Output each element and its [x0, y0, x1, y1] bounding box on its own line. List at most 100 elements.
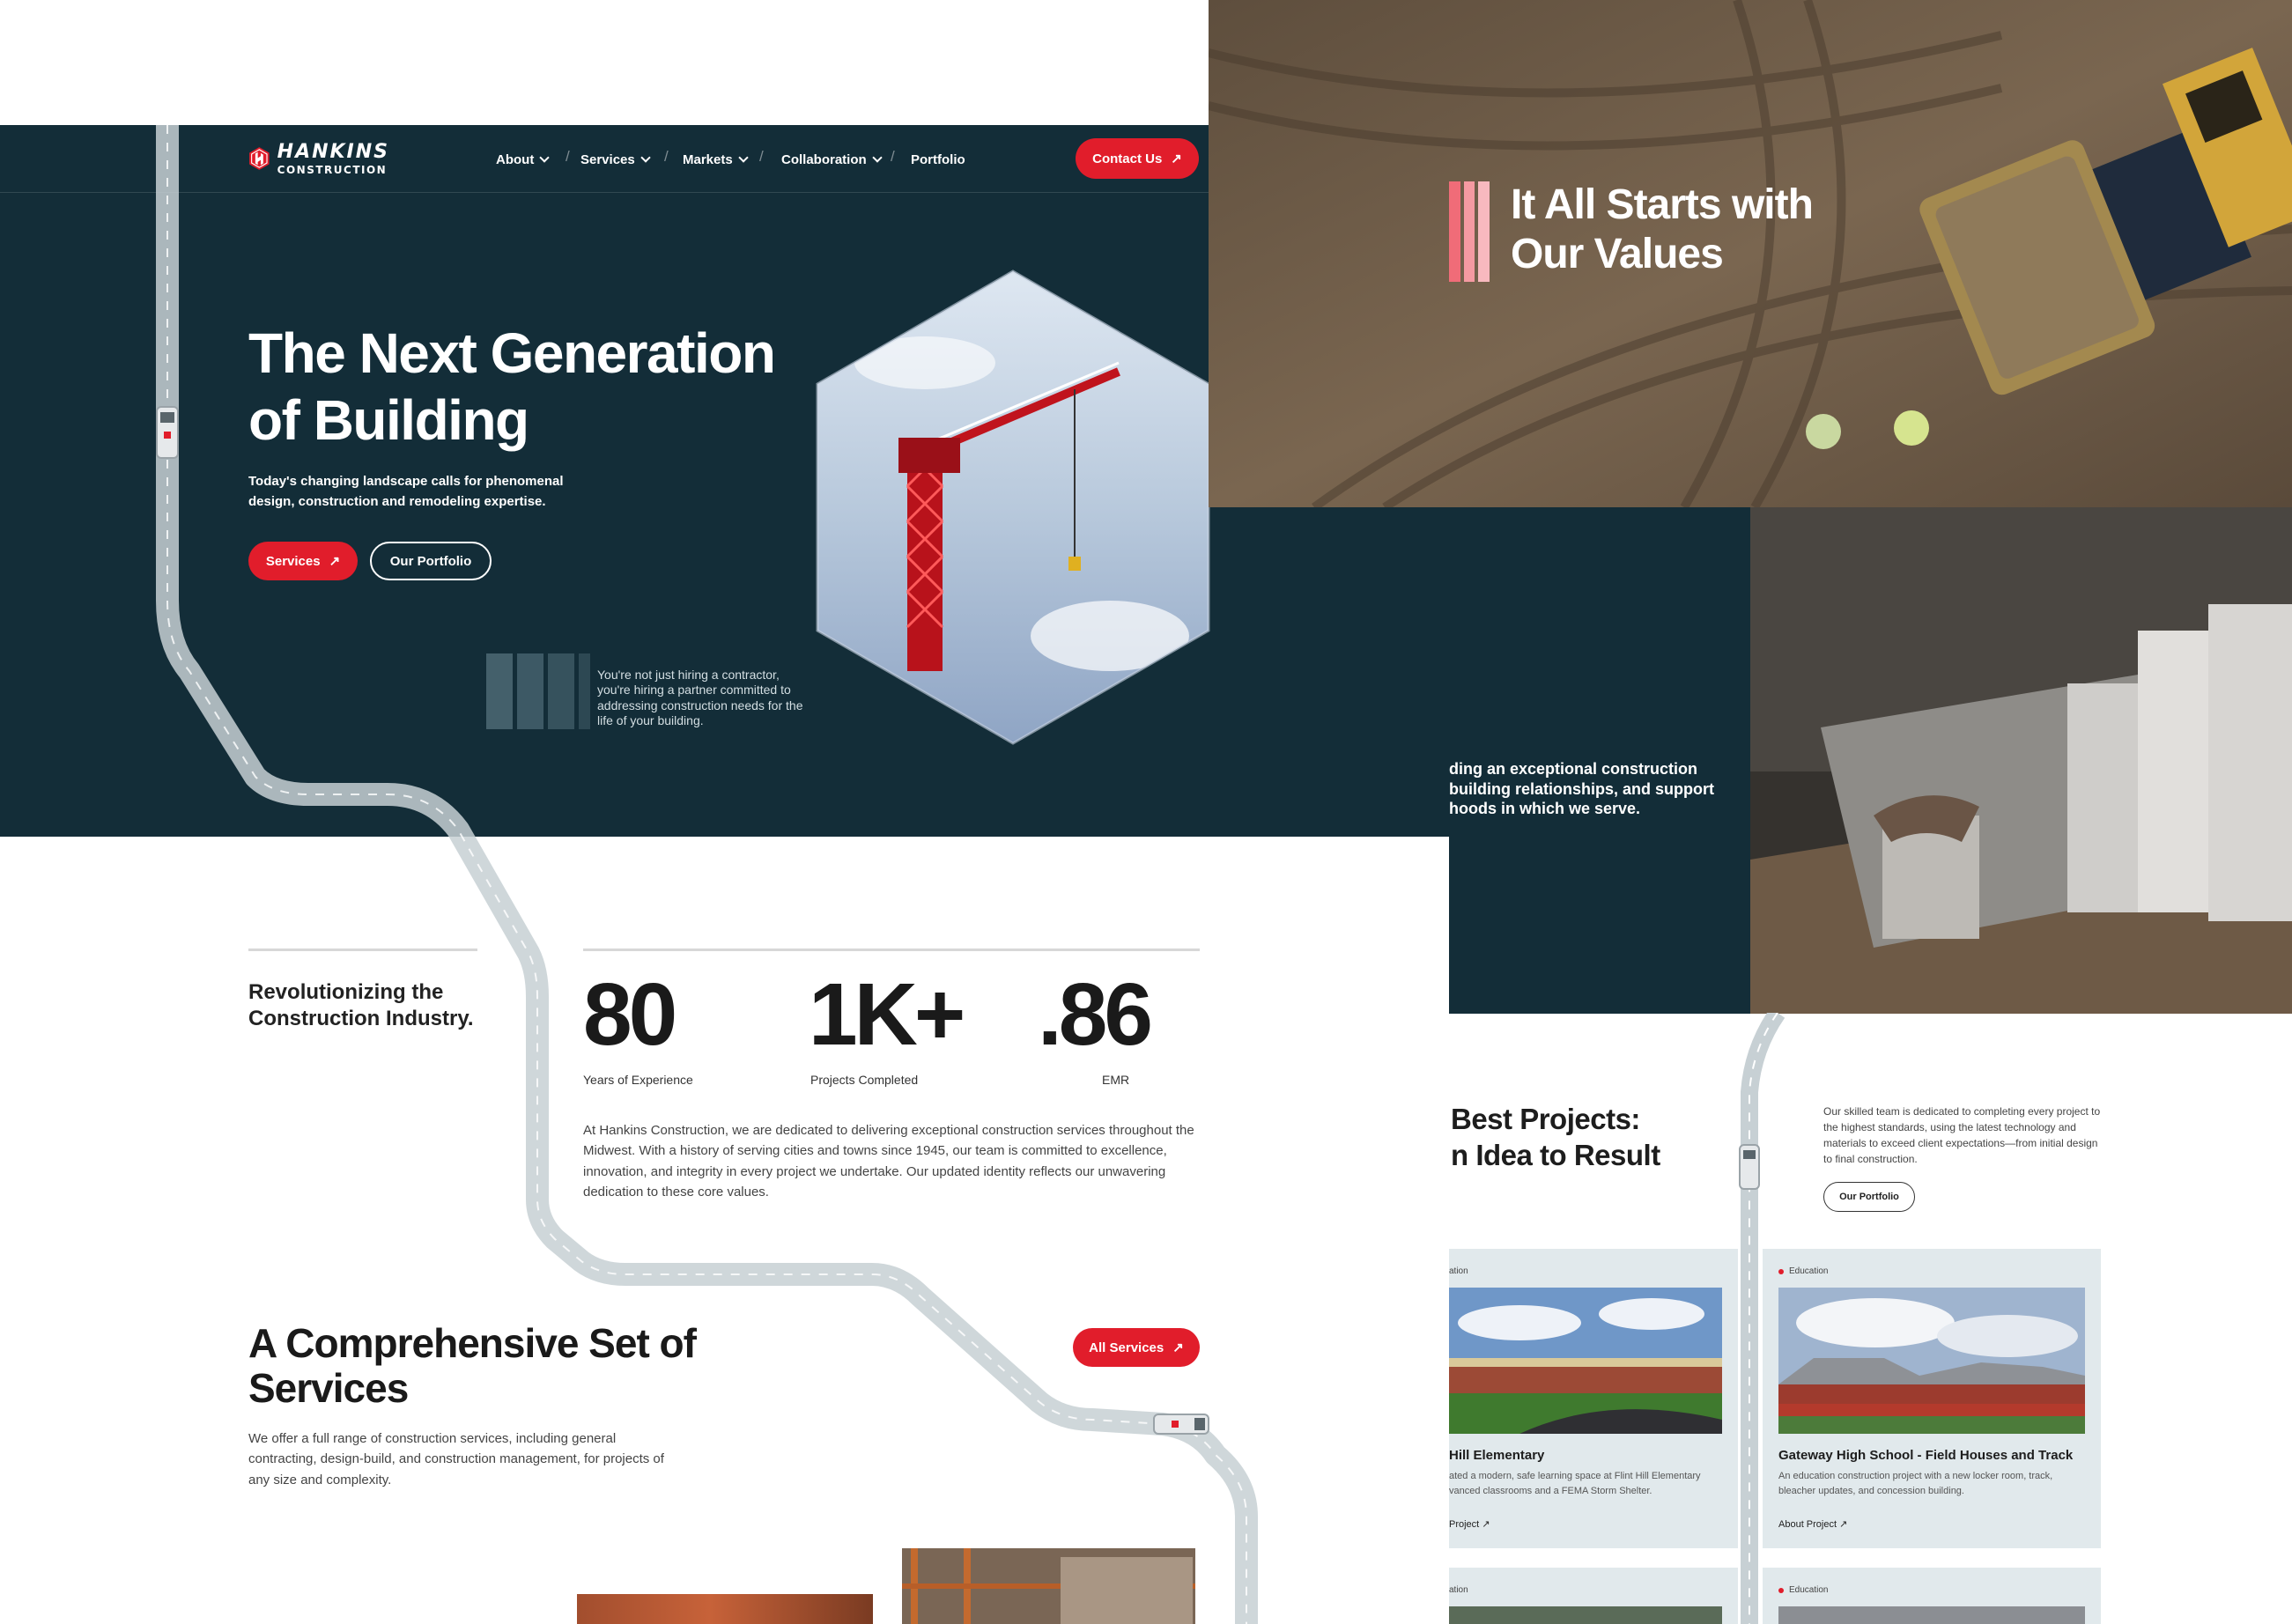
arrow-up-right-icon: ↗ — [1839, 1519, 1848, 1530]
decorative-stripes — [486, 653, 591, 729]
services-button[interactable]: Services ↗ — [248, 542, 358, 580]
about-paragraph: At Hankins Construction, we are dedicate… — [583, 1123, 1194, 1200]
contact-us-button[interactable]: Contact Us ↗ — [1076, 138, 1199, 179]
services-title: A Comprehensive Set of Services — [248, 1320, 697, 1411]
arrow-up-right-icon: ↗ — [1171, 151, 1182, 166]
scaffold-graphic — [902, 1548, 1195, 1624]
our-portfolio-label: Our Portfolio — [389, 553, 472, 569]
section-rule — [583, 949, 1200, 951]
contact-us-label: Contact Us — [1092, 151, 1163, 166]
project-card[interactable]: Education Gateway High School - Field Ho… — [1763, 1249, 2101, 1548]
mission-line: ding an exceptional construction — [1449, 760, 1698, 778]
project-title: Gateway High School - Field Houses and T… — [1778, 1448, 2074, 1463]
hero-title: The Next Generation of Building — [248, 321, 776, 452]
project-title: Hill Elementary — [1449, 1448, 1545, 1463]
nav-separator: / — [891, 148, 895, 165]
project-tag-label: ation — [1449, 1266, 1468, 1276]
project-card[interactable]: ation — [1449, 1568, 1738, 1624]
values-accent-bars — [1449, 181, 1490, 282]
project-photo — [1449, 1606, 1722, 1624]
stat-value-projects: 1K+ — [809, 965, 965, 1064]
section-rule — [248, 949, 477, 951]
logo-brand-name: HANKINS — [277, 140, 389, 163]
project-description: ated a modern, safe learning space at Fl… — [1449, 1471, 1701, 1497]
project-card[interactable]: ation Hill Elementary ated a modern, saf… — [1449, 1249, 1738, 1548]
architect-desk-photo — [1750, 507, 2292, 1014]
project-tag-label: ation — [1449, 1585, 1468, 1595]
projects-title-line: n Idea to Result — [1451, 1139, 1660, 1172]
about-project-label: Project — [1449, 1519, 1480, 1530]
road-path-graphic — [1739, 1013, 1786, 1624]
chevron-down-icon — [738, 152, 749, 163]
logo-wordmark: HANKINS CONSTRUCTION — [277, 140, 389, 176]
nav-item-label: Services — [580, 151, 635, 167]
projects-title-line: Best Projects: — [1451, 1103, 1640, 1135]
projects-portfolio-button[interactable]: Our Portfolio — [1823, 1182, 1915, 1212]
arrow-up-right-icon: ↗ — [1172, 1340, 1184, 1355]
nav-item-label: Collaboration — [781, 151, 867, 167]
project-photo — [1778, 1288, 2085, 1434]
projects-portfolio-label: Our Portfolio — [1839, 1192, 1899, 1202]
stripe — [578, 653, 591, 729]
nav-separator: / — [566, 148, 570, 165]
stat-label-experience: Years of Experience — [583, 1073, 693, 1087]
brand-logo[interactable]: HANKINS CONSTRUCTION — [248, 137, 389, 181]
mission-line: building relationships, and support — [1449, 779, 1714, 798]
logo-hexagon-icon — [249, 147, 270, 170]
nav-item-markets[interactable]: Markets — [683, 150, 749, 169]
logo-subtitle: CONSTRUCTION — [277, 163, 388, 176]
values-title: It All Starts with Our Values — [1511, 181, 1814, 278]
stat-label-emr: EMR — [1102, 1073, 1130, 1087]
accent-bar — [1478, 181, 1490, 282]
services-button-label: Services — [265, 553, 321, 569]
services-description: We offer a full range of construction se… — [248, 1431, 664, 1487]
stat-value-emr: .86 — [1038, 965, 1153, 1064]
project-tag: ation — [1449, 1266, 1468, 1276]
service-photo — [902, 1548, 1195, 1624]
mission-line: hoods in which we serve. — [1449, 800, 1641, 817]
all-services-button[interactable]: All Services ↗ — [1073, 1328, 1200, 1367]
chevron-down-icon — [640, 152, 651, 163]
service-photo — [577, 1594, 873, 1624]
project-photo — [1778, 1606, 2085, 1624]
arrow-up-right-icon: ↗ — [329, 554, 341, 569]
desk-model-graphic — [1750, 507, 2292, 1014]
hero-subtitle: Today's changing landscape calls for phe… — [248, 474, 564, 509]
stat-value-experience: 80 — [583, 965, 677, 1064]
nav-item-label: Markets — [683, 151, 733, 167]
nav-item-services[interactable]: Services — [580, 150, 651, 169]
all-services-label: All Services — [1089, 1340, 1164, 1355]
service-truck-icon — [1739, 1144, 1760, 1190]
projects-title: Best Projects: n Idea to Result — [1451, 1101, 1733, 1174]
about-project-link[interactable]: Project ↗ — [1449, 1518, 1490, 1530]
nav-item-about[interactable]: About — [496, 150, 550, 169]
school-building-graphic — [1449, 1288, 1722, 1434]
hexagon-crane-graphic — [816, 269, 1210, 745]
accent-bar — [1463, 181, 1475, 282]
project-tag: ation — [1449, 1585, 1468, 1595]
project-description: An education construction project with a… — [1778, 1471, 2053, 1497]
stripe — [516, 653, 543, 729]
field-house-graphic — [1778, 1288, 2085, 1434]
nav-item-portfolio[interactable]: Portfolio — [911, 150, 965, 169]
projects-description: Our skilled team is dedicated to complet… — [1823, 1105, 2101, 1165]
chevron-down-icon — [872, 152, 883, 163]
project-photo — [1449, 1288, 1722, 1434]
hero-quote: You're not just hiring a contractor, you… — [597, 668, 803, 728]
nav-separator: / — [664, 148, 669, 165]
stripe — [486, 653, 513, 729]
nav-item-label: About — [496, 151, 535, 167]
arrow-up-right-icon: ↗ — [1482, 1519, 1490, 1530]
nav-item-label: Portfolio — [911, 151, 965, 167]
accent-bar — [1449, 181, 1460, 282]
stripe — [547, 653, 574, 729]
our-portfolio-button[interactable]: Our Portfolio — [370, 542, 492, 580]
chevron-down-icon — [539, 152, 550, 163]
nav-item-collaboration[interactable]: Collaboration — [781, 150, 883, 169]
stat-label-projects: Projects Completed — [810, 1073, 919, 1087]
service-truck-icon — [1153, 1414, 1209, 1435]
stats-heading: Revolutionizing the Construction Industr… — [248, 980, 474, 1030]
mission-text: ding an exceptional construction buildin… — [1449, 759, 1749, 819]
nav-separator: / — [759, 148, 764, 165]
project-card[interactable]: Education — [1763, 1568, 2101, 1624]
